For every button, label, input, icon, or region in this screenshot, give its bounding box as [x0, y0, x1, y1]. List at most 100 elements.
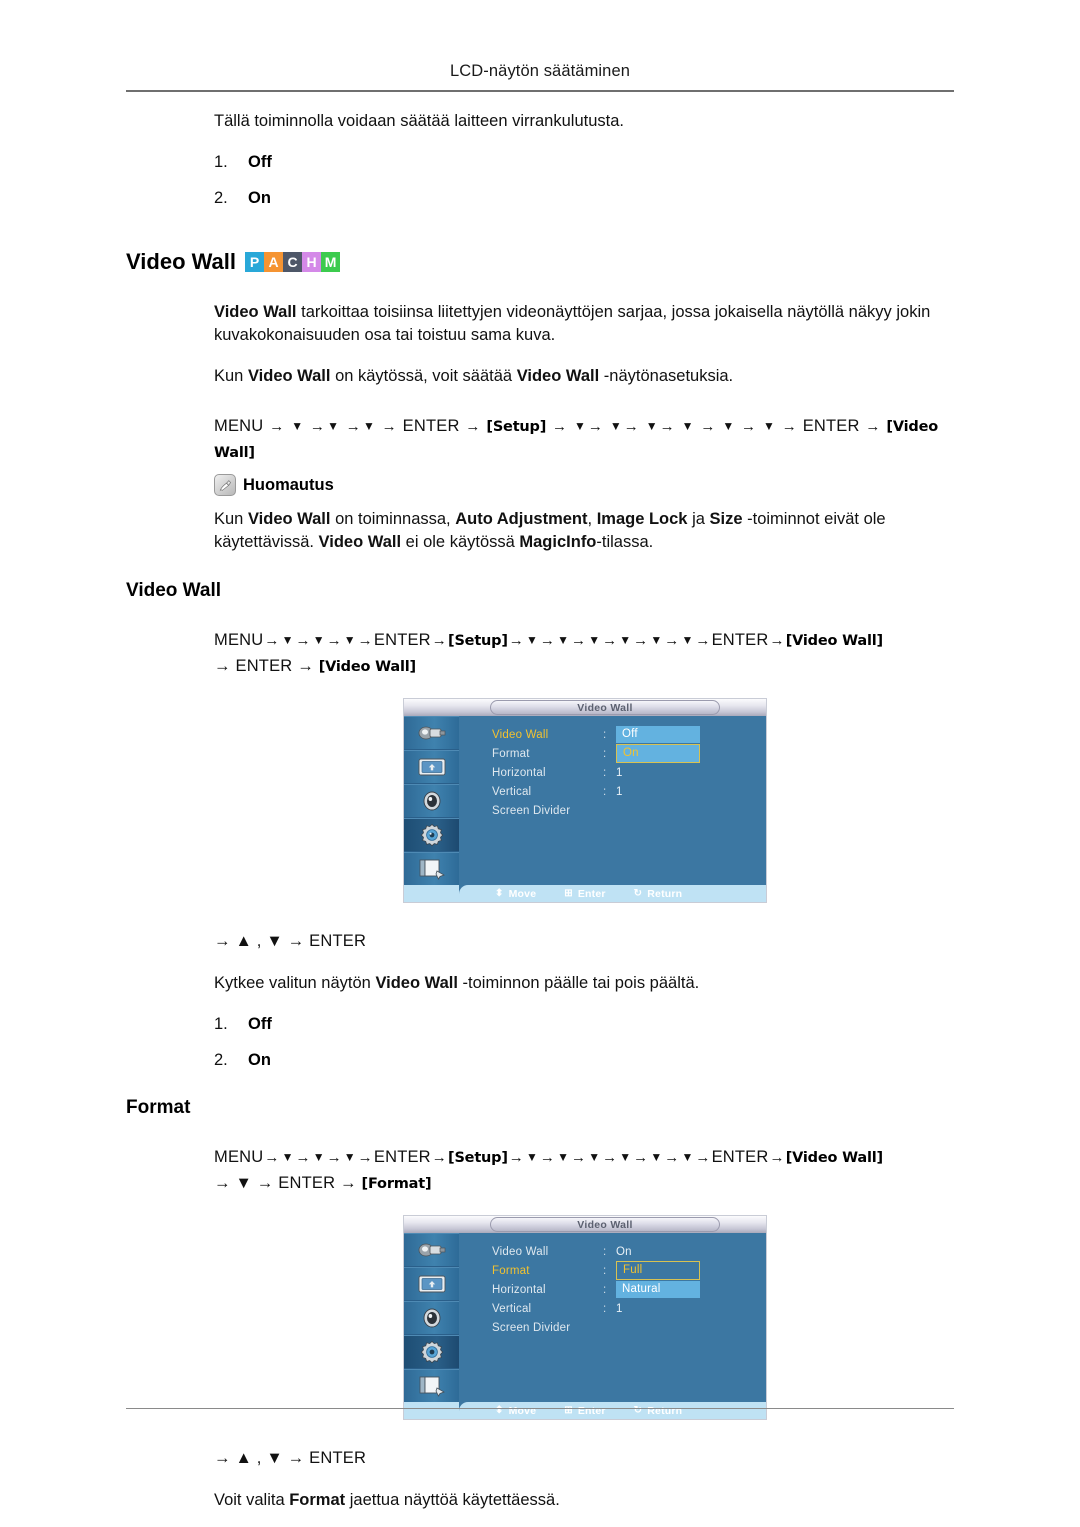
osd-row-screen-divider[interactable]: Screen Divider	[492, 1318, 762, 1337]
arrow-icon: →	[357, 1149, 373, 1166]
video-wall-option-list: 1. Off 2. On	[214, 1013, 954, 1071]
osd-row-horizontal[interactable]: Horizontal : 1	[492, 763, 762, 782]
arrow-icon: →	[695, 632, 711, 649]
page-header-title: LCD-näytön säätäminen	[449, 62, 631, 80]
section-heading-video-wall: Video Wall P A C H M	[126, 249, 954, 275]
osd-footer-left-strip	[404, 1402, 459, 1419]
arrow-icon: →	[769, 1149, 785, 1166]
arrow-icon: →	[295, 632, 311, 649]
osd-screenshot-format-wrap: Video Wall Video Wall: On Format: Full…	[126, 1215, 954, 1420]
footer-divider	[126, 1408, 954, 1409]
input-source-icon	[418, 726, 445, 740]
osd-footer-enter[interactable]: ⊞ Enter	[564, 1405, 605, 1417]
arrow-icon: →	[781, 418, 797, 435]
menu-path-format: MENU→ ▼ → ▼ → ▼ →ENTER→[Setup]→ ▼ → ▼ → ▼ → ▼ → ▼ → ▼ →ENT…	[214, 1145, 954, 1197]
osd-row-label: Video Wall	[492, 728, 549, 741]
inline-text: Voit valita	[214, 1491, 290, 1509]
osd-row-vertical[interactable]: Vertical : 1	[492, 1299, 762, 1318]
intro-paragraph: Tällä toiminnolla voidaan säätää laittee…	[214, 112, 624, 130]
video-wall-button-glyph: [Video Wall]	[318, 659, 416, 675]
osd-row-label: Video Wall	[492, 1245, 549, 1258]
inline-bold: MagicInfo	[519, 533, 597, 551]
video-wall-description-2: Kun Video Wall on käytössä, voit säätää …	[214, 365, 954, 388]
osd-sidebar-item-setup[interactable]	[404, 818, 459, 852]
osd-sidebar-item-picture[interactable]	[404, 750, 459, 784]
down-arrow-icon: ▼	[281, 633, 294, 647]
osd-row-value: 1	[616, 1302, 623, 1315]
osd-row-colon: :	[603, 1283, 607, 1296]
osd-sidebar-item-multi-control[interactable]	[404, 1369, 459, 1403]
osd-sidebar-item-multi-control[interactable]	[404, 852, 459, 886]
osd-row-vertical[interactable]: Vertical : 1	[492, 782, 762, 801]
osd-dropdown-option-off[interactable]: Off	[616, 726, 700, 743]
osd-footer-bar: ⬍ Move ⊞ Enter ↻ Return	[459, 885, 766, 902]
osd-sidebar-item-input[interactable]	[404, 1233, 459, 1267]
enter-token: ENTER	[373, 631, 431, 649]
osd-sidebar-item-input[interactable]	[404, 716, 459, 750]
down-arrow-icon: ▼	[619, 1150, 632, 1164]
inline-bold: Image Lock	[596, 510, 688, 528]
osd-row-value: On	[616, 1245, 632, 1258]
osd-screenshot-video-wall-wrap: Video Wall Video Wall: Off Format: On …	[126, 698, 954, 903]
osd-footer-bar: ⬍ Move ⊞ Enter ↻ Return	[459, 1402, 766, 1419]
down-arrow-icon: ▼	[763, 419, 775, 433]
inline-bold: Video Wall	[375, 974, 458, 992]
subsection-heading-format: Format	[126, 1097, 191, 1118]
osd-row-label: Vertical	[492, 785, 532, 798]
inline-text: Kun	[214, 367, 248, 385]
return-icon: ↻	[633, 1405, 643, 1416]
osd-row-video-wall[interactable]: Video Wall : Off	[492, 725, 762, 744]
arrow-icon: →	[295, 1149, 311, 1166]
osd-row-horizontal[interactable]: Horizontal : Natural	[492, 1280, 762, 1299]
pachm-badge-group: P A C H M	[245, 252, 341, 272]
enter-token: ENTER	[402, 417, 460, 435]
osd-sidebar-item-picture[interactable]	[404, 1267, 459, 1301]
enter-token: ENTER	[802, 417, 860, 435]
list-number: 1.	[214, 1015, 228, 1033]
osd-footer-return[interactable]: ↻ Return	[634, 1405, 683, 1417]
osd-title-text: Video Wall	[577, 1218, 633, 1231]
menu-token: MENU	[214, 417, 264, 435]
osd-dropdown-option-natural[interactable]: Natural	[616, 1281, 700, 1298]
down-arrow-icon: ▼	[526, 1150, 538, 1164]
osd-sidebar-item-setup[interactable]	[404, 1335, 459, 1369]
osd-sidebar-item-sound[interactable]	[404, 784, 459, 818]
osd-row-format[interactable]: Format : On	[492, 744, 762, 763]
list-label: On	[248, 1051, 271, 1069]
page-content: Tällä toiminnolla voidaan säätää laittee…	[126, 110, 954, 1512]
down-arrow-icon: ▼	[343, 1150, 356, 1164]
osd-dropdown-option-on[interactable]: On	[616, 744, 700, 763]
osd-footer-return[interactable]: ↻ Return	[634, 888, 683, 900]
osd-footer-enter[interactable]: ⊞ Enter	[564, 888, 605, 900]
osd-row-colon: :	[603, 728, 607, 741]
osd-row-screen-divider[interactable]: Screen Divider	[492, 801, 762, 820]
move-icon: ⬍	[495, 1405, 504, 1416]
inline-bold: Video Wall	[516, 367, 600, 385]
menu-path-video-wall-intro: MENU → ▼ → ▼ → ▼ → ENTER → [Setup] → ▼ → ▼ →…	[214, 414, 954, 466]
arrow-icon: →	[431, 1149, 447, 1166]
osd-row-colon: :	[603, 1302, 607, 1315]
inline-text: on käytössä, voit säätää	[330, 367, 517, 385]
osd-footer-move[interactable]: ⬍ Move	[495, 1405, 536, 1417]
enter-token: ENTER	[711, 1148, 769, 1166]
down-arrow-icon: ▼	[312, 633, 325, 647]
format-button-glyph: [Format]	[361, 1176, 432, 1192]
osd-sidebar-item-sound[interactable]	[404, 1301, 459, 1335]
inline-bold: Video Wall	[214, 303, 297, 321]
video-wall-after-path: → ▲ , ▼ → ENTER	[214, 932, 367, 950]
osd-footer-move[interactable]: ⬍ Move	[495, 888, 536, 900]
osd-row-format[interactable]: Format : Full	[492, 1261, 762, 1280]
osd-dropdown-option-full[interactable]: Full	[616, 1261, 700, 1280]
osd-footer-label: Return	[647, 1404, 683, 1417]
osd-row-label: Vertical	[492, 1302, 532, 1315]
header-divider	[126, 90, 954, 92]
badge-p: P	[245, 252, 265, 272]
list-number: 1.	[214, 153, 228, 171]
down-arrow-icon: ▼	[526, 633, 538, 647]
list-item: 2. On	[214, 1049, 954, 1071]
inline-text: Kytkee valitun näytön	[214, 974, 376, 992]
arrow-icon: →	[508, 632, 524, 649]
inline-bold: Video Wall	[318, 533, 402, 551]
inline-text: on toiminnassa,	[330, 510, 456, 528]
osd-row-video-wall[interactable]: Video Wall : On	[492, 1242, 762, 1261]
